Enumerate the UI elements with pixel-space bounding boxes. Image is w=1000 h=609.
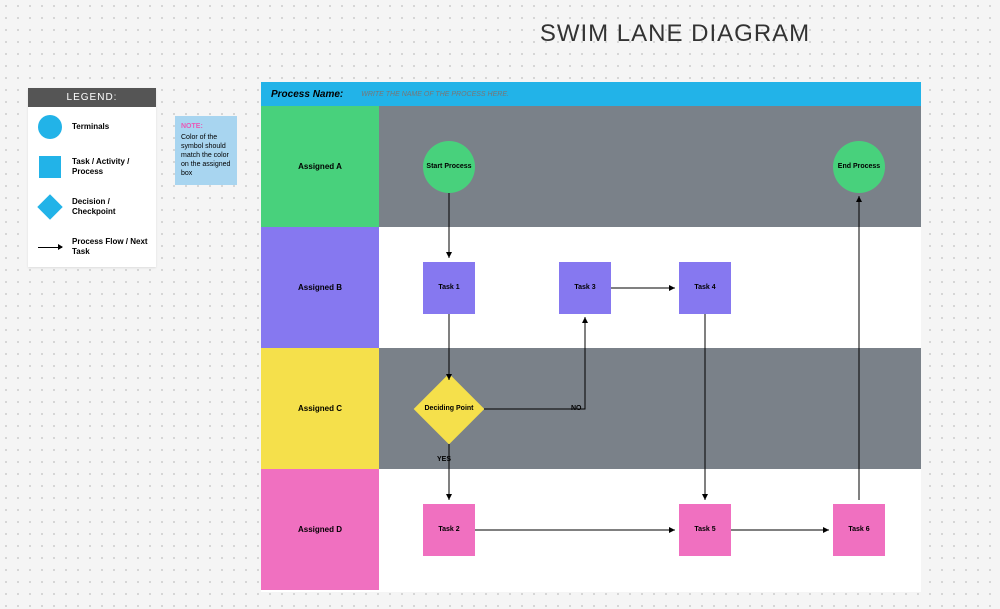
note-body: Color of the symbol should match the col…: [181, 133, 231, 178]
node-start[interactable]: Start Process: [423, 141, 475, 193]
node-task3[interactable]: Task 3: [559, 262, 611, 314]
node-task4[interactable]: Task 4: [679, 262, 731, 314]
lane-c: Assigned C Deciding Point NO YES: [261, 348, 921, 469]
lane-body-a: Start Process End Process: [379, 106, 921, 227]
lane-head-d: Assigned D: [261, 469, 379, 590]
note-panel: NOTE: Color of the symbol should match t…: [175, 116, 237, 185]
legend-label-decision: Decision / Checkpoint: [72, 197, 148, 216]
node-decide-label: Deciding Point: [425, 405, 474, 413]
lane-head-b: Assigned B: [261, 227, 379, 348]
arrow-icon: [36, 233, 64, 261]
node-end[interactable]: End Process: [833, 141, 885, 193]
legend-row-task: Task / Activity / Process: [28, 147, 156, 187]
lane-a: Assigned A Start Process End Process: [261, 106, 921, 227]
square-icon: [36, 153, 64, 181]
node-task6[interactable]: Task 6: [833, 504, 885, 556]
legend-panel: LEGEND: Terminals Task / Activity / Proc…: [28, 88, 156, 267]
note-title: NOTE:: [181, 122, 231, 131]
label-no: NO: [571, 405, 582, 412]
lane-body-d: Task 2 Task 5 Task 6: [379, 469, 921, 590]
diamond-icon: [36, 193, 64, 221]
lane-head-a: Assigned A: [261, 106, 379, 227]
lane-d: Assigned D Task 2 Task 5 Task 6: [261, 469, 921, 590]
node-decide[interactable]: Deciding Point: [414, 374, 484, 444]
process-name-hint[interactable]: WRITE THE NAME OF THE PROCESS HERE.: [361, 91, 509, 98]
legend-row-flow: Process Flow / Next Task: [28, 227, 156, 267]
node-task5[interactable]: Task 5: [679, 504, 731, 556]
circle-icon: [36, 113, 64, 141]
legend-heading: LEGEND:: [28, 88, 156, 107]
legend-row-decision: Decision / Checkpoint: [28, 187, 156, 227]
label-yes: YES: [437, 456, 451, 463]
legend-label-task: Task / Activity / Process: [72, 157, 148, 176]
lane-body-b: Task 1 Task 3 Task 4: [379, 227, 921, 348]
legend-row-terminals: Terminals: [28, 107, 156, 147]
page-title: SWIM LANE DIAGRAM: [445, 20, 905, 48]
legend-label-terminals: Terminals: [72, 122, 109, 132]
node-task1[interactable]: Task 1: [423, 262, 475, 314]
lanes-container: Assigned A Start Process End Process Ass…: [261, 106, 921, 590]
lane-head-c: Assigned C: [261, 348, 379, 469]
lane-body-c: Deciding Point NO YES: [379, 348, 921, 469]
legend-label-flow: Process Flow / Next Task: [72, 237, 148, 256]
process-name-bar: Process Name: WRITE THE NAME OF THE PROC…: [261, 82, 921, 106]
node-task2[interactable]: Task 2: [423, 504, 475, 556]
lane-b: Assigned B Task 1 Task 3 Task 4: [261, 227, 921, 348]
process-name-label: Process Name:: [271, 89, 343, 100]
swimlane-diagram: Process Name: WRITE THE NAME OF THE PROC…: [261, 82, 921, 592]
